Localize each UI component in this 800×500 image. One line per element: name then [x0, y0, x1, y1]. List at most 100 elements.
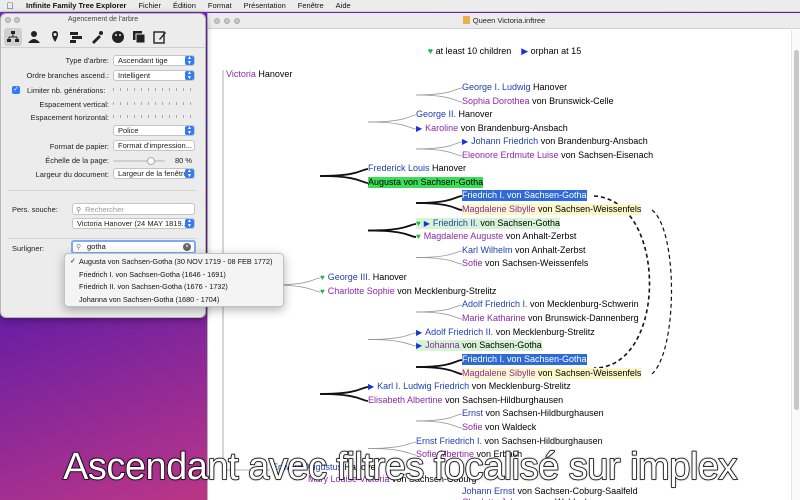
menu-format[interactable]: Format: [202, 1, 238, 10]
person-node-magdalene-b[interactable]: Magdalene Sibylle von Sachsen-Weissenfel…: [462, 368, 642, 379]
paper-format-label: Format de papier:: [49, 142, 109, 151]
last-name: von Sachsen-Gotha: [504, 190, 587, 200]
tree-connector: [367, 339, 417, 347]
tree-connector: [367, 229, 417, 238]
heart-icon: ♥: [320, 287, 325, 296]
tree-connector: [367, 121, 417, 130]
person-node-adolf-schwerin[interactable]: Adolf Friedrich I. von Mecklenburg-Schwe…: [462, 299, 639, 310]
menu-edition[interactable]: Édition: [167, 1, 202, 10]
person-node-karl-wilhelm[interactable]: Karl Wilhelm von Anhalt-Zerbst: [462, 245, 586, 256]
person-node-sophia-dorothea[interactable]: Sophia Dorothea von Brunswick-Celle: [462, 96, 614, 107]
menu-aide[interactable]: Aide: [330, 1, 357, 10]
tree-type-label: Type d'arbre:: [65, 56, 109, 65]
tree-type-select[interactable]: Ascendant tige ▲ ▼: [113, 55, 195, 66]
tree-connector: [415, 413, 463, 422]
person-node-magdalene-a[interactable]: Magdalene Sibylle von Sachsen-Weissenfel…: [462, 204, 642, 215]
tree-layout-icon[interactable]: [4, 27, 22, 46]
branch-order-select[interactable]: Intelligent ▲ ▼: [113, 70, 195, 81]
person-node-augusta[interactable]: Augusta von Sachsen-Gotha: [368, 177, 484, 188]
scrollbar-thumb[interactable]: [794, 50, 799, 410]
horizontal-spacing-slider[interactable]: [113, 115, 195, 119]
person-node-friedrich-i-b[interactable]: Friedrich I. von Sachsen-Gotha: [462, 354, 587, 365]
person-node-adolf-ii[interactable]: ▶ Adolf Friedrich II. von Mecklenburg-Str…: [416, 327, 595, 338]
copy-icon[interactable]: [130, 28, 148, 46]
first-name: Adolf Friedrich I.: [462, 299, 528, 309]
person-node-marie-katharine[interactable]: Marie Katharine von Brunswick-Dannenberg: [462, 313, 639, 324]
first-name: Sophia Dorothea: [462, 96, 530, 106]
tree-type-value: Ascendant tige: [118, 56, 168, 65]
generations-slider[interactable]: [113, 88, 195, 92]
person-node-ernst[interactable]: Ernst von Sachsen-Hildburghausen: [462, 408, 604, 419]
triangle-icon: ▶: [368, 382, 375, 391]
person-node-friedrich-ii[interactable]: ♥ ▶ Friedrich II. von Sachsen-Gotha: [416, 218, 560, 229]
section-divider: [9, 238, 197, 239]
page-scale-label: Échelle de la page:: [45, 156, 109, 165]
horizontal-spacing-label: Espacement horizontal:: [30, 113, 109, 122]
menu-app-name[interactable]: Infinite Family Tree Explorer: [20, 1, 132, 10]
menu-presentation[interactable]: Présentation: [238, 1, 292, 10]
menu-fichier[interactable]: Fichier: [132, 1, 167, 10]
paint-icon[interactable]: [88, 28, 106, 46]
person-icon[interactable]: [25, 28, 43, 46]
menu-fenetre[interactable]: Fenêtre: [292, 1, 330, 10]
first-name: George III.: [327, 272, 371, 282]
person-node-karoline[interactable]: ▶ Karoline von Brandenburg-Ansbach: [416, 123, 568, 134]
map-pin-icon[interactable]: [46, 28, 64, 46]
person-node-karl-ludwig[interactable]: ▶ Karl I. Ludwig Friedrich von Mecklenbur…: [368, 381, 571, 392]
edit-icon[interactable]: [151, 28, 169, 46]
suggestion-item[interactable]: Johanna von Sachsen-Gotha (1680 - 1704): [65, 294, 283, 307]
first-name: George II.: [416, 109, 457, 119]
suggestion-item[interactable]: Friedrich II. von Sachsen-Gotha (1676 - …: [65, 281, 283, 294]
person-node-magdalene-auguste[interactable]: ♥ Magdalene Auguste von Anhalt-Zerbst: [416, 231, 576, 242]
vertical-spacing-slider[interactable]: [113, 102, 195, 106]
close-window-button[interactable]: [214, 18, 220, 24]
minimize-window-button[interactable]: [224, 18, 230, 24]
palette-icon[interactable]: [109, 28, 127, 46]
chart-icon[interactable]: [67, 28, 85, 46]
last-name: von Mecklenburg-Schwerin: [527, 299, 639, 309]
doc-width-select[interactable]: Largeur de la fenêtre ▲ ▼: [113, 168, 195, 179]
person-node-johanna[interactable]: ▶ Johanna von Sachsen-Gotha: [416, 340, 542, 351]
last-name: von Sachsen-Weissenfels: [535, 204, 642, 214]
root-person-select[interactable]: Victoria Hanover (24 MAY 1819... ▲ ▼: [72, 218, 195, 229]
paper-format-button[interactable]: Format d'impression...: [113, 140, 195, 151]
tree-connector: [415, 87, 463, 96]
clear-search-icon[interactable]: ×: [183, 243, 191, 251]
limit-generations-checkbox[interactable]: ✓: [12, 86, 20, 94]
font-button[interactable]: Police ▲ ▼: [113, 125, 195, 136]
person-node-charlotte-sophie[interactable]: ♥ Charlotte Sophie von Mecklenburg-Streli…: [320, 286, 496, 297]
person-node-elisabeth-albertine[interactable]: Elisabeth Albertine von Sachsen-Hildburg…: [368, 395, 563, 406]
tree-connector: [415, 202, 463, 211]
document-icon: [462, 16, 470, 24]
root-person-label: Pers. souche:: [12, 205, 58, 214]
person-node-frederick-louis[interactable]: Frederick Louis Hanover: [368, 163, 466, 174]
first-name: Elisabeth Albertine: [368, 395, 443, 405]
suggestion-item[interactable]: ✓ Augusta von Sachsen-Gotha (30 NOV 1719 …: [65, 256, 283, 269]
suggestion-item[interactable]: Friedrich I. von Sachsen-Gotha (1646 - 1…: [65, 269, 283, 282]
person-node-eleonore[interactable]: Eleonore Erdmute Luise von Sachsen-Eisen…: [462, 150, 653, 161]
tree-canvas[interactable]: ♥ at least 10 children ▶ orphan at 15 Vi…: [208, 30, 800, 500]
person-node-johann-friedrich[interactable]: ▶ Johann Friedrich von Brandenburg-Ansbac…: [462, 136, 648, 147]
person-node-sofie-waldeck[interactable]: Sofie von Waldeck: [462, 422, 536, 433]
person-node-sofie-sw[interactable]: Sofie von Sachsen-Weissenfels: [462, 258, 588, 269]
first-name: Frederick Louis: [368, 163, 430, 173]
person-node-victoria[interactable]: Victoria Hanover: [226, 69, 292, 80]
tree-connector: [415, 420, 463, 429]
person-node-george-ludwig[interactable]: George I. Ludwig Hanover: [462, 82, 567, 93]
person-node-friedrich-i-a[interactable]: Friedrich I. von Sachsen-Gotha: [462, 190, 587, 201]
page-scale-slider[interactable]: [113, 157, 165, 165]
person-node-george-ii[interactable]: George II. Hanover: [416, 109, 493, 120]
root-person-search-input[interactable]: ⚲ Rechercher: [72, 203, 195, 215]
apple-icon[interactable]: : [0, 1, 20, 11]
palette-minimize-button[interactable]: [14, 17, 20, 23]
doc-width-label: Largeur du document:: [35, 170, 109, 179]
page-scale-knob[interactable]: [147, 157, 155, 165]
last-name: Hanover: [456, 109, 493, 119]
tree-connector: [319, 168, 369, 177]
zoom-window-button[interactable]: [234, 18, 240, 24]
palette-close-button[interactable]: [5, 17, 11, 23]
vertical-scrollbar[interactable]: [791, 30, 800, 500]
last-name: von Sachsen-Weissenfels: [482, 258, 589, 268]
person-node-george-iii[interactable]: ♥ George III. Hanover: [320, 272, 407, 283]
highlight-search-input[interactable]: ⚲ gotha ×: [71, 240, 196, 254]
